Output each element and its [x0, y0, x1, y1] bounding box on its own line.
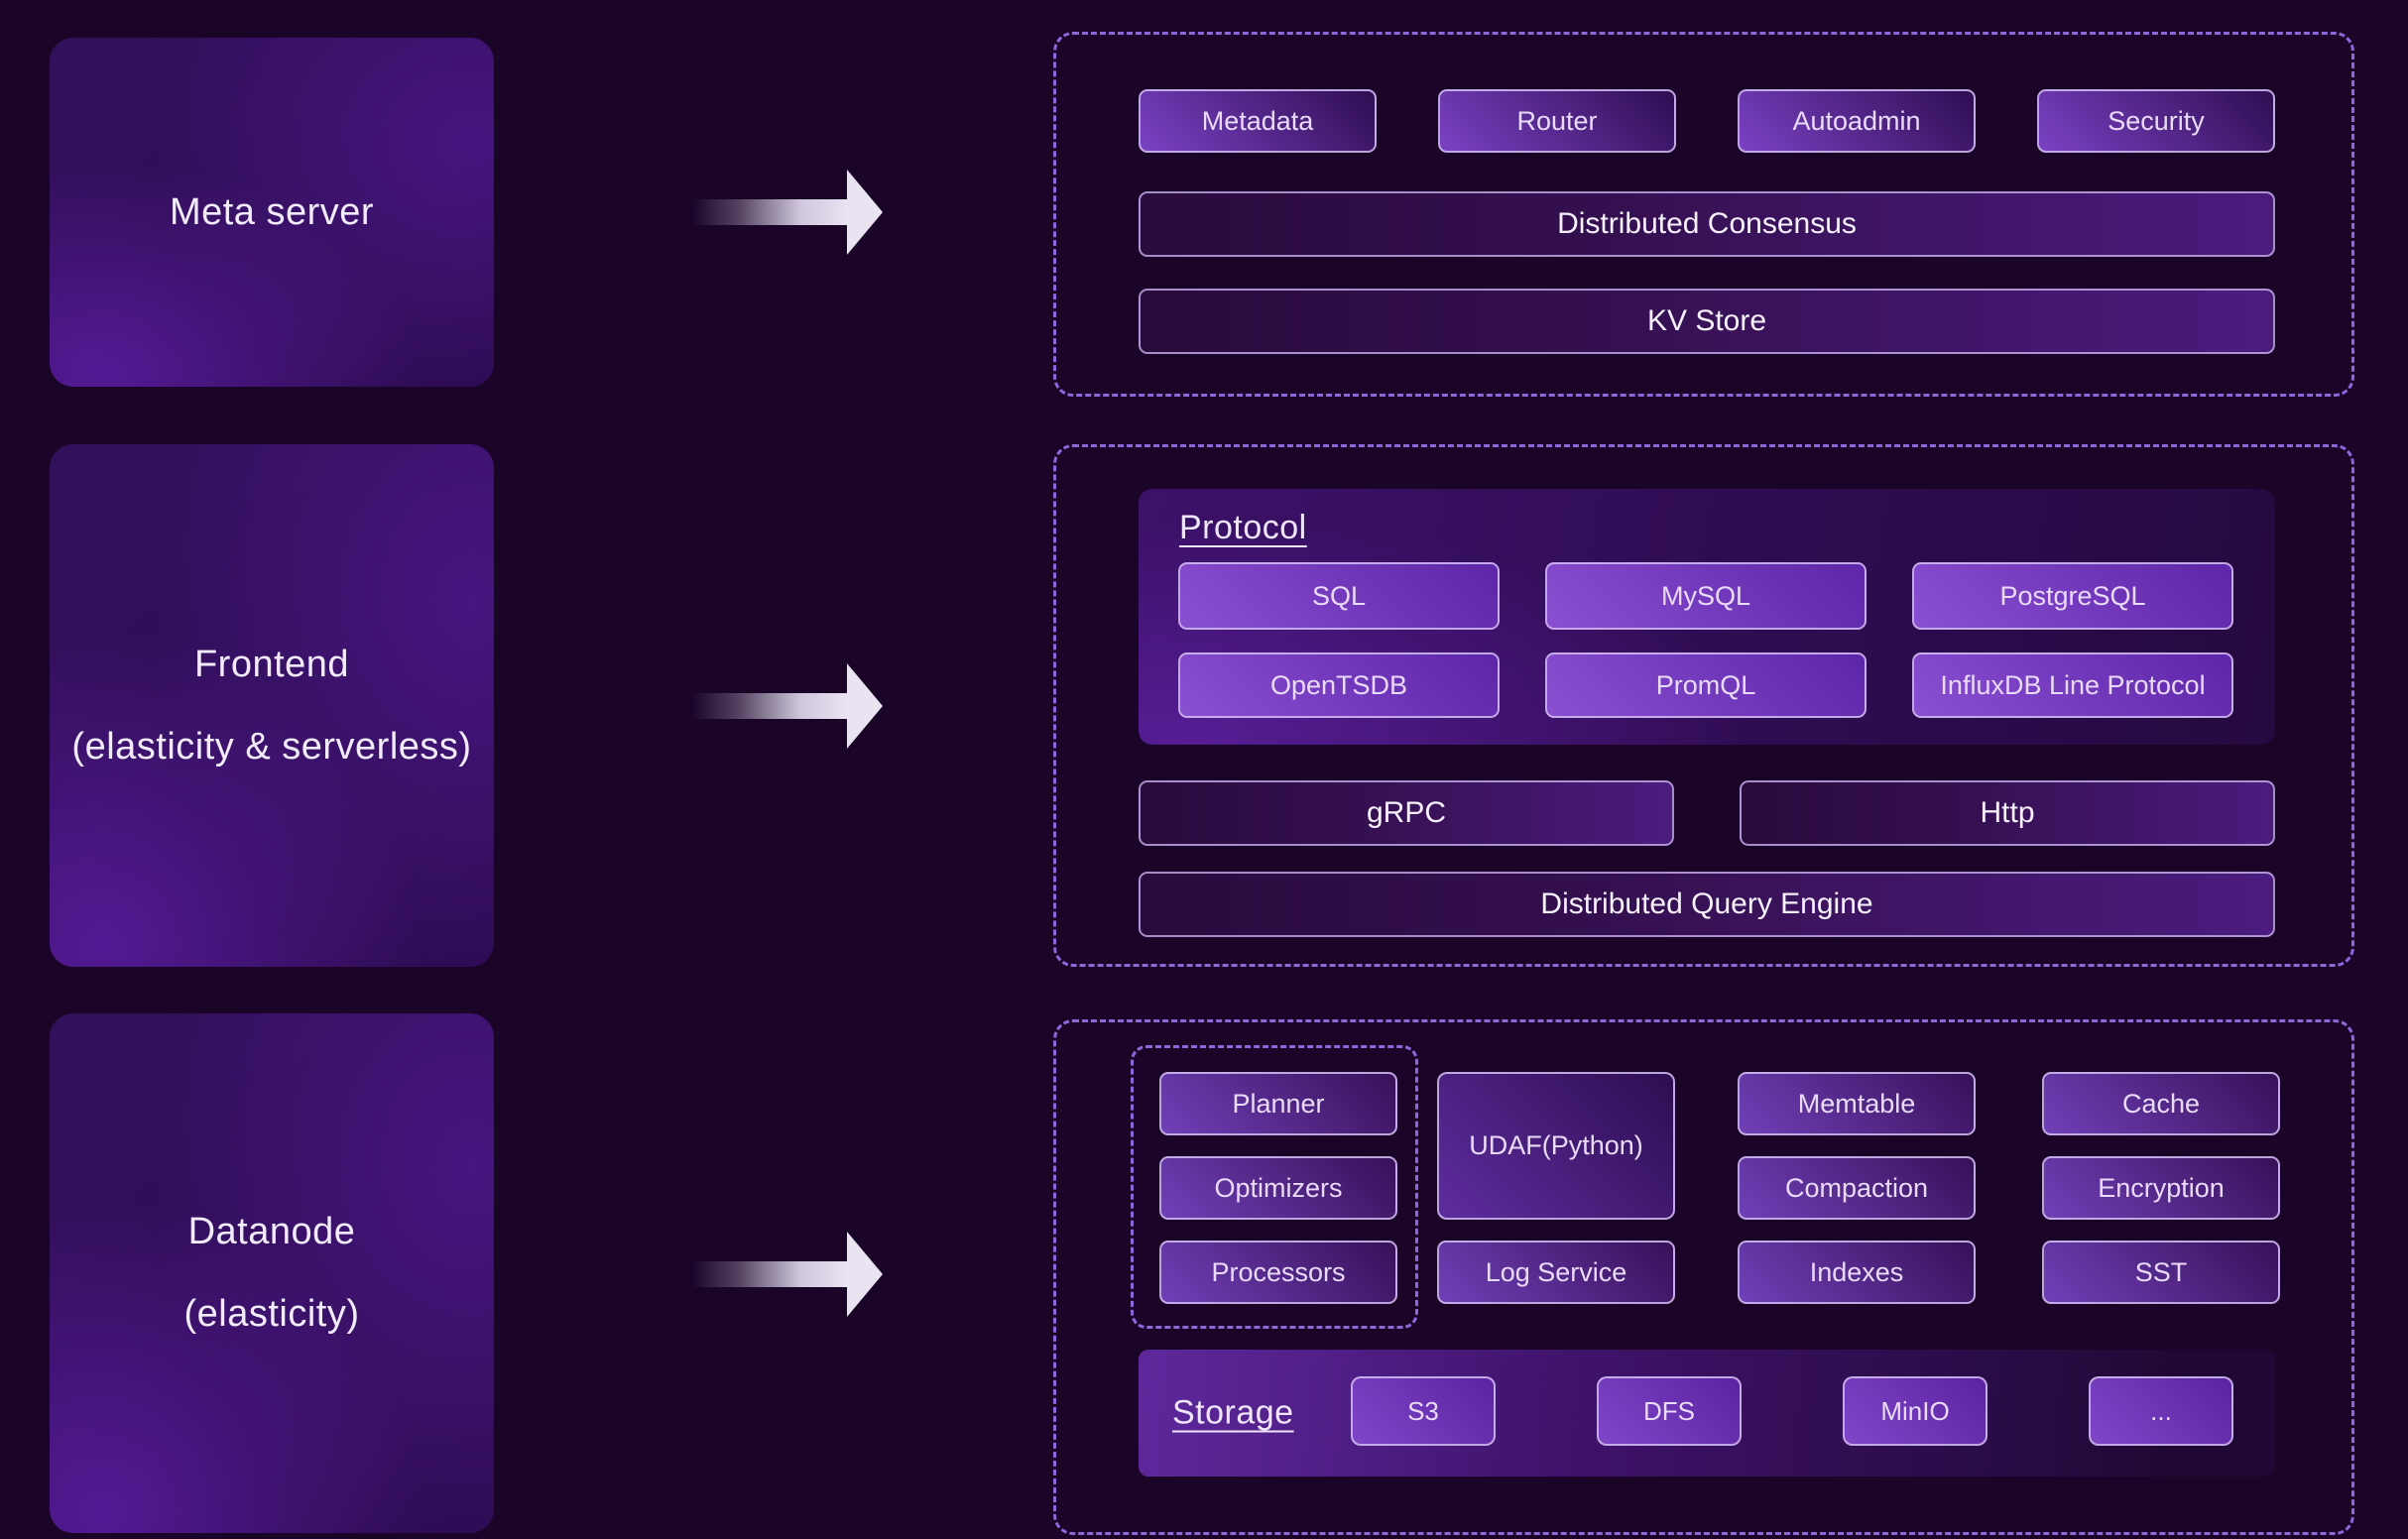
arrow-head-icon [847, 170, 883, 255]
node-planner: Planner [1159, 1072, 1397, 1135]
frontend-components-container: Protocol SQL MySQL PostgreSQL OpenTSDB P… [1053, 444, 2354, 967]
node-grpc: gRPC [1139, 780, 1674, 846]
node-cache: Cache [2042, 1072, 2280, 1135]
node-encryption: Encryption [2042, 1156, 2280, 1220]
node-security: Security [2037, 89, 2275, 153]
node-log-service: Log Service [1437, 1241, 1675, 1304]
node-optimizers: Optimizers [1159, 1156, 1397, 1220]
node-more-storage: ... [2089, 1376, 2233, 1446]
right-arrow-frontend [692, 663, 883, 749]
arrow-head-icon [847, 663, 883, 749]
right-arrow-meta [692, 170, 883, 255]
datanode-label-line1: Datanode [188, 1211, 356, 1253]
frontend-label-line2: (elasticity & serverless) [71, 726, 471, 769]
node-http: Http [1740, 780, 2275, 846]
node-memtable: Memtable [1738, 1072, 1976, 1135]
node-mysql: MySQL [1545, 562, 1866, 630]
arrow-shaft [692, 199, 847, 225]
node-s3: S3 [1351, 1376, 1496, 1446]
meta-server-box: Meta server [50, 38, 494, 387]
arrow-head-icon [847, 1232, 883, 1317]
node-processors: Processors [1159, 1241, 1397, 1304]
node-promql: PromQL [1545, 652, 1866, 718]
node-distributed-query-engine: Distributed Query Engine [1139, 872, 2275, 937]
node-autoadmin: Autoadmin [1738, 89, 1976, 153]
architecture-diagram: Meta server Frontend (elasticity & serve… [0, 0, 2408, 1539]
arrow-shaft [692, 693, 847, 719]
node-postgresql: PostgreSQL [1912, 562, 2233, 630]
node-sql: SQL [1178, 562, 1500, 630]
datanode-box: Datanode (elasticity) [50, 1013, 494, 1533]
datanode-components-container: Planner Optimizers Processors UDAF(Pytho… [1053, 1019, 2354, 1535]
arrow-shaft [692, 1261, 847, 1287]
node-kv-store: KV Store [1139, 289, 2275, 354]
node-opentsdb: OpenTSDB [1178, 652, 1500, 718]
node-compaction: Compaction [1738, 1156, 1976, 1220]
node-udaf-python: UDAF(Python) [1437, 1072, 1675, 1220]
meta-server-label: Meta server [170, 191, 374, 234]
frontend-box: Frontend (elasticity & serverless) [50, 444, 494, 967]
node-minio: MinIO [1843, 1376, 1987, 1446]
frontend-label-line1: Frontend [194, 644, 349, 686]
right-arrow-datanode [692, 1232, 883, 1317]
node-dfs: DFS [1597, 1376, 1742, 1446]
node-distributed-consensus: Distributed Consensus [1139, 191, 2275, 257]
storage-panel: Storage S3 DFS MinIO ... [1139, 1350, 2275, 1477]
node-influxdb-line-protocol: InfluxDB Line Protocol [1912, 652, 2233, 718]
node-sst: SST [2042, 1241, 2280, 1304]
protocol-panel: Protocol SQL MySQL PostgreSQL OpenTSDB P… [1139, 489, 2275, 745]
storage-title: Storage [1172, 1394, 1294, 1433]
protocol-title: Protocol [1179, 509, 1307, 547]
meta-server-components-container: Metadata Router Autoadmin Security Distr… [1053, 32, 2354, 397]
node-router: Router [1438, 89, 1676, 153]
datanode-label-line2: (elasticity) [183, 1293, 359, 1336]
node-indexes: Indexes [1738, 1241, 1976, 1304]
node-metadata: Metadata [1139, 89, 1377, 153]
